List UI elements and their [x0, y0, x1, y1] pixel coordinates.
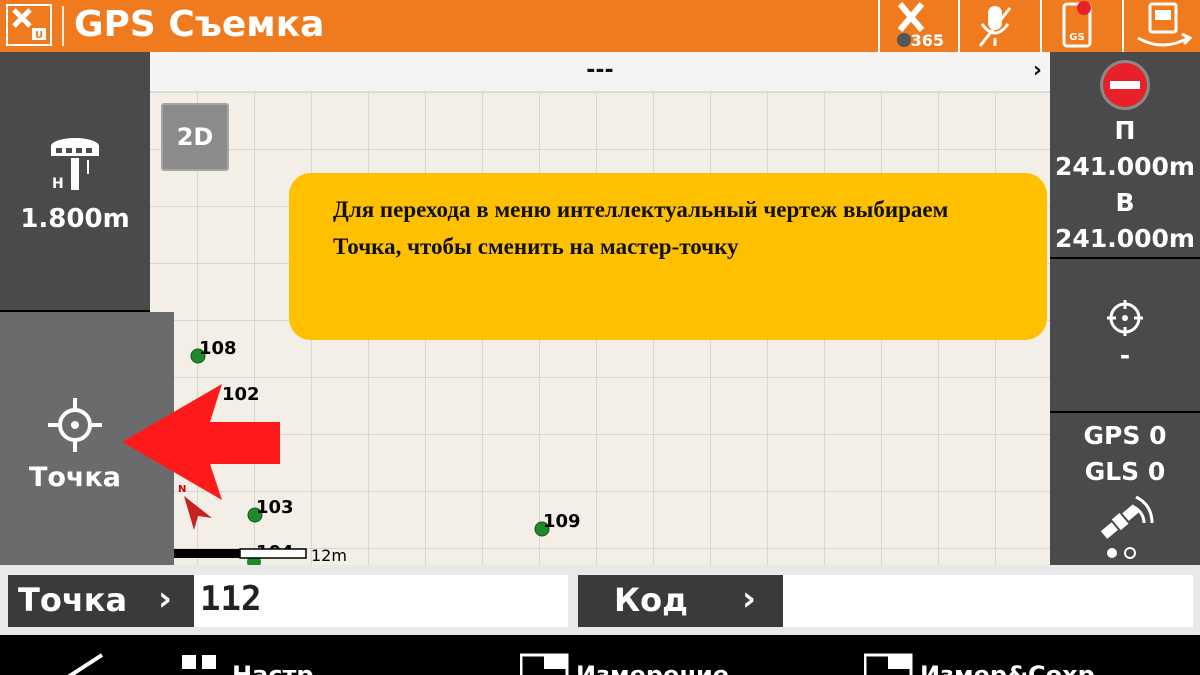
rover-rotate-icon[interactable]	[1122, 0, 1200, 52]
back-icon[interactable]	[62, 653, 108, 675]
bottom-toolbar: Настр Измерение Измер&Сохр	[0, 635, 1200, 675]
mic-off-icon[interactable]	[958, 0, 1028, 52]
gls-count: GLS 0	[1084, 457, 1166, 486]
map-header[interactable]: --- ›	[150, 52, 1050, 92]
satellite-icon	[1100, 495, 1154, 559]
offsets-panel[interactable]: П 241.000m В 241.000m	[1050, 52, 1200, 257]
survey-point[interactable]: 108	[190, 338, 237, 364]
page-title: GPS Съемка	[74, 4, 325, 45]
map-header-text: ---	[586, 58, 614, 83]
svg-text:GS: GS	[1069, 32, 1084, 43]
antenna-height-value: 1.800m	[20, 204, 130, 234]
v-label: В	[1115, 188, 1135, 217]
point-label-109: 109	[543, 511, 581, 532]
satellite-panel[interactable]: GPS 0 GLS 0	[1050, 413, 1200, 565]
crosshair-icon	[48, 398, 102, 452]
settings-button[interactable]: Настр	[182, 651, 332, 675]
measure-save-icon	[864, 653, 913, 675]
chevron-right-icon[interactable]: ›	[1033, 58, 1042, 83]
point-name-input[interactable]: 112	[194, 575, 568, 627]
svg-text:H: H	[52, 176, 64, 192]
callout-text: Для перехода в меню интеллектуальный чер…	[333, 197, 949, 259]
target-value: -	[1119, 341, 1131, 370]
code-label: Код	[614, 581, 688, 619]
x-logo-icon[interactable]: U	[6, 4, 52, 46]
annotation-arrow	[122, 384, 280, 500]
instruction-callout: Для перехода в меню интеллектуальный чер…	[289, 173, 1047, 340]
point-name-value: 112	[200, 579, 262, 619]
gs-device-icon[interactable]: GS	[1040, 0, 1110, 52]
svg-text:U: U	[35, 30, 43, 41]
target-panel[interactable]: -	[1050, 259, 1200, 411]
measure-icon	[520, 653, 569, 675]
measure-save-label: Измер&Сохр	[920, 661, 1095, 675]
stop-icon[interactable]	[1098, 58, 1152, 112]
view-mode-button[interactable]: 2D	[161, 103, 229, 171]
gps-count: GPS 0	[1083, 421, 1167, 450]
survey-point[interactable]: 109	[534, 511, 581, 537]
antenna-height-panel[interactable]: H 1.800m	[0, 52, 150, 310]
point-name-label: Точка	[18, 581, 128, 619]
v-value: 241.000m	[1055, 224, 1195, 253]
point-code-bar: Точка › 112 Код ›	[0, 565, 1200, 635]
settings-label: Настр	[232, 661, 314, 675]
point-name-button[interactable]: Точка ›	[8, 575, 194, 627]
h-label: П	[1114, 116, 1136, 145]
target-icon	[1107, 300, 1143, 336]
point-label-108: 108	[199, 338, 237, 359]
code-button[interactable]: Код ›	[578, 575, 783, 627]
code-input[interactable]	[783, 575, 1193, 627]
h-value: 241.000m	[1055, 152, 1195, 181]
settings-grid-icon	[182, 655, 216, 669]
rtk-counter: 365	[910, 31, 944, 50]
chevron-right-icon: ›	[742, 579, 757, 619]
title-bar: U GPS Съемка 365 GS	[0, 0, 1200, 52]
measure-label: Измерение	[576, 661, 730, 675]
scale-label: 12m	[311, 546, 347, 565]
satellite-off-icon[interactable]: 365	[878, 0, 948, 52]
title-separator	[62, 6, 64, 46]
antenna-height-icon: H	[51, 138, 99, 192]
measure-button[interactable]: Измерение	[520, 651, 760, 675]
measure-save-button[interactable]: Измер&Сохр	[864, 651, 1184, 675]
chevron-right-icon: ›	[158, 579, 173, 619]
